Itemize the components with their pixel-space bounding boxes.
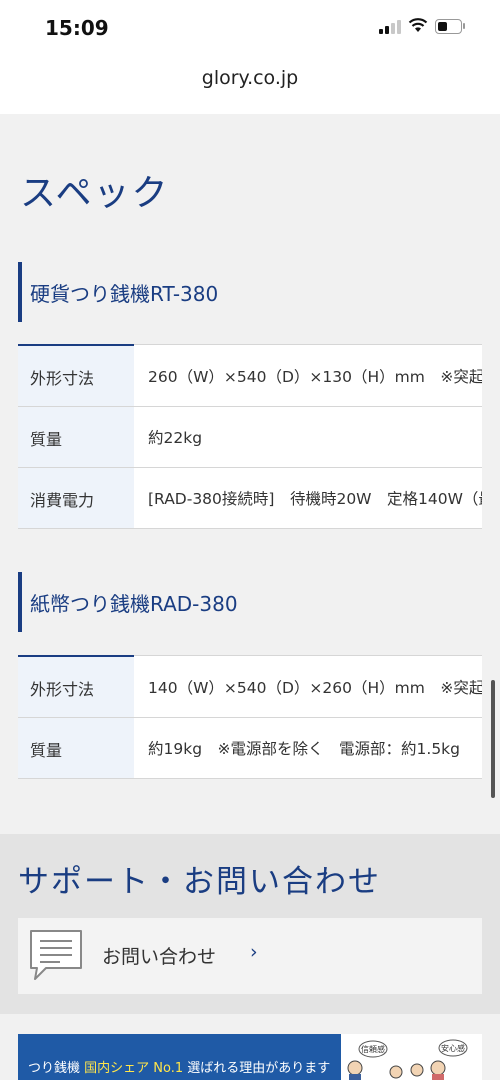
table-row: 質量 約22kg <box>18 407 482 468</box>
banner-illustration: 信頼感 安心感 <box>341 1034 482 1080</box>
spec-table-rt380: 外形寸法 260（W）×540（D）×130（H）mm ※突起部 質量 約22k… <box>18 344 482 529</box>
row-label: 外形寸法 <box>30 680 95 699</box>
people-illustration-icon: 信頼感 安心感 <box>347 1039 468 1080</box>
banner-highlight: 国内シェア No.1 <box>84 1061 184 1076</box>
support-section-title: サポート・お問い合わせ <box>18 864 381 900</box>
product-name: 硬貨つり銭機RT-380 <box>30 282 219 306</box>
table-row: 外形寸法 260（W）×540（D）×130（H）mm ※突起部 <box>18 346 482 407</box>
badge-trust: 信頼感 <box>361 1044 385 1054</box>
product-heading-rt380: 硬貨つり銭機RT-380 <box>18 262 482 322</box>
cellular-signal-icon <box>379 20 401 34</box>
row-value: 260（W）×540（D）×130（H）mm ※突起部 <box>148 368 482 386</box>
table-row: 質量 約19kg ※電源部を除く 電源部：約1.5kg <box>18 718 482 779</box>
chevron-right-icon: › <box>250 941 258 963</box>
row-label: 質量 <box>30 741 63 760</box>
row-label: 外形寸法 <box>30 369 95 388</box>
row-label: 質量 <box>30 430 63 449</box>
banner-text: つり銭機 国内シェア No.1 選ばれる理由があります <box>28 1057 330 1076</box>
row-value: 約19kg ※電源部を除く 電源部：約1.5kg <box>148 740 460 758</box>
table-row: 消費電力 [RAD-380接続時] 待機時20W 定格140W（最 <box>18 468 482 529</box>
page-content: スペック 硬貨つり銭機RT-380 外形寸法 260（W）×540（D）×130… <box>0 114 500 1080</box>
row-value: 140（W）×540（D）×260（H）mm ※突起部 <box>148 679 482 697</box>
wifi-icon <box>408 18 428 32</box>
product-heading-rad380: 紙幣つり銭機RAD-380 <box>18 572 482 632</box>
chat-bubble-icon <box>30 930 82 980</box>
contact-label[interactable]: お問い合わせ <box>102 942 216 969</box>
battery-icon <box>435 19 465 34</box>
spec-table-rad380: 外形寸法 140（W）×540（D）×260（H）mm ※突起部 質量 約19k… <box>18 655 482 779</box>
product-name: 紙幣つり銭機RAD-380 <box>30 592 238 616</box>
contact-link[interactable]: お問い合わせ › <box>18 918 482 994</box>
badge-relief: 安心感 <box>441 1043 465 1053</box>
status-time: 15:09 <box>45 16 109 40</box>
scrollbar[interactable] <box>491 680 495 798</box>
row-value: [RAD-380接続時] 待機時20W 定格140W（最 <box>148 490 482 508</box>
banner-suffix: 選ばれる理由があります <box>187 1061 331 1076</box>
table-row: 外形寸法 140（W）×540（D）×260（H）mm ※突起部 <box>18 657 482 718</box>
row-label: 消費電力 <box>30 491 95 510</box>
promo-banner[interactable]: つり銭機 国内シェア No.1 選ばれる理由があります 信頼感 安心感 <box>18 1034 482 1080</box>
row-value: 約22kg <box>148 429 203 447</box>
banner-prefix: つり銭機 <box>28 1061 81 1076</box>
address-bar[interactable]: glory.co.jp <box>0 58 500 114</box>
url-text[interactable]: glory.co.jp <box>0 67 500 89</box>
support-section: サポート・お問い合わせ お問い合わせ › <box>0 834 500 1014</box>
status-bar: 15:09 <box>0 0 500 58</box>
spec-section-title: スペック <box>20 173 170 214</box>
